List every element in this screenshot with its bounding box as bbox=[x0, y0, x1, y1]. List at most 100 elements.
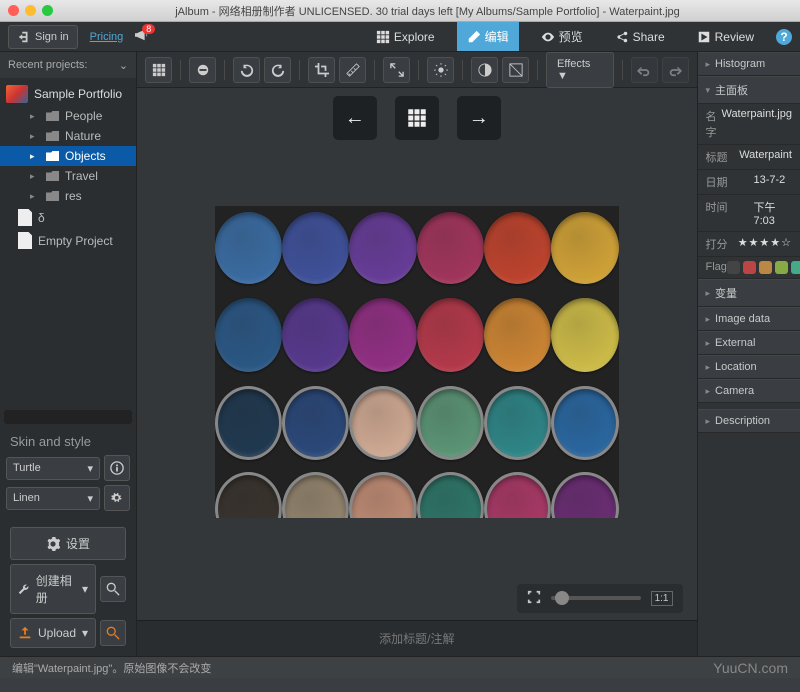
review-tab[interactable]: Review bbox=[687, 24, 764, 50]
prop-value[interactable]: Waterpaint bbox=[739, 149, 792, 165]
settings-label: 设置 bbox=[66, 535, 90, 552]
tree-item-objects[interactable]: ▸Objects bbox=[0, 146, 136, 166]
flag-colors[interactable] bbox=[727, 261, 800, 274]
image-preview[interactable] bbox=[215, 206, 619, 518]
sidebar: Recent projects: ⌄ Sample Portfolio ▸Peo… bbox=[0, 52, 137, 656]
grid-view-button[interactable] bbox=[145, 57, 172, 83]
section-variables[interactable]: ▸变量 bbox=[698, 279, 800, 307]
tree-item-res[interactable]: ▸res bbox=[0, 186, 136, 206]
pricing-link[interactable]: Pricing bbox=[90, 31, 124, 43]
undo-icon bbox=[637, 63, 651, 77]
folder-icon bbox=[46, 171, 59, 181]
redo-button[interactable] bbox=[662, 57, 689, 83]
adjust-button[interactable] bbox=[427, 57, 454, 83]
theme-select[interactable]: Linen▾ bbox=[6, 487, 100, 510]
flag-color[interactable] bbox=[775, 261, 788, 274]
skin-info-button[interactable] bbox=[104, 455, 130, 481]
create-album-button[interactable]: 创建相册▾ bbox=[10, 564, 96, 614]
tree-label: Empty Project bbox=[38, 234, 113, 248]
caption-input[interactable]: 添加标题/注解 bbox=[137, 620, 696, 656]
paint-pan bbox=[215, 472, 282, 518]
eye-icon bbox=[541, 30, 555, 44]
grid-icon bbox=[376, 30, 390, 44]
grid-return-button[interactable] bbox=[395, 96, 439, 140]
sidebar-scrollbar[interactable] bbox=[4, 410, 132, 424]
next-image-button[interactable]: → bbox=[457, 96, 501, 140]
upload-button[interactable]: Upload▾ bbox=[10, 618, 96, 648]
section-external[interactable]: ▸External bbox=[698, 331, 800, 355]
rating-stars[interactable]: ★★★★☆ bbox=[738, 236, 792, 252]
section-label: 主面板 bbox=[715, 82, 748, 98]
paint-pan bbox=[417, 212, 484, 284]
paint-pan bbox=[282, 472, 349, 518]
skin-select[interactable]: Turtle▾ bbox=[6, 457, 100, 480]
paint-pan bbox=[551, 298, 618, 372]
tree-item-loose-1[interactable]: δ bbox=[0, 206, 136, 229]
zoom-100-button[interactable]: 1:1 bbox=[651, 591, 673, 606]
review-label: Review bbox=[715, 30, 754, 44]
help-button[interactable]: ? bbox=[776, 29, 792, 45]
flag-color[interactable] bbox=[759, 261, 772, 274]
effects-dropdown[interactable]: Effects ▼ bbox=[546, 52, 614, 88]
section-histogram[interactable]: ▸Histogram bbox=[698, 52, 800, 76]
flag-color[interactable] bbox=[727, 261, 740, 274]
section-main-panel[interactable]: ▾主面板 bbox=[698, 76, 800, 104]
sign-in-button[interactable]: Sign in bbox=[8, 25, 78, 49]
chevron-down-icon: ▾ bbox=[82, 626, 88, 640]
tree-item-nature[interactable]: ▸Nature bbox=[0, 126, 136, 146]
undo-button[interactable] bbox=[631, 57, 658, 83]
paint-pan bbox=[215, 386, 282, 460]
tree-item-travel[interactable]: ▸Travel bbox=[0, 166, 136, 186]
tree-root[interactable]: Sample Portfolio bbox=[0, 82, 136, 106]
edit-tab[interactable]: 编辑 bbox=[457, 22, 519, 51]
chevron-down-icon: ⌄ bbox=[119, 59, 128, 72]
prop-value[interactable]: Waterpaint.jpg bbox=[721, 108, 792, 140]
zoom-fit-button[interactable] bbox=[527, 590, 541, 607]
paint-pan bbox=[349, 386, 416, 460]
tree-item-loose-2[interactable]: Empty Project bbox=[0, 229, 136, 252]
section-label: 变量 bbox=[715, 285, 737, 301]
prev-image-button[interactable]: ← bbox=[333, 96, 377, 140]
contrast-button[interactable] bbox=[471, 57, 498, 83]
editor-area: Effects ▼ ← → 1:1 添加 bbox=[137, 52, 696, 656]
share-tab[interactable]: Share bbox=[605, 24, 675, 50]
section-location[interactable]: ▸ Location bbox=[698, 355, 800, 379]
tree-item-people[interactable]: ▸People bbox=[0, 106, 136, 126]
levels-button[interactable] bbox=[502, 57, 529, 83]
paint-pan bbox=[484, 386, 551, 460]
grid-icon bbox=[152, 63, 166, 77]
expand-icon: ▸ bbox=[30, 151, 40, 162]
exclude-button[interactable] bbox=[189, 57, 216, 83]
prop-name: 名字Waterpaint.jpg bbox=[698, 104, 800, 145]
rotate-left-button[interactable] bbox=[233, 57, 260, 83]
expand-icon: ▸ bbox=[706, 362, 711, 373]
flag-color[interactable] bbox=[743, 261, 756, 274]
zoom-slider[interactable] bbox=[551, 596, 641, 600]
crop-button[interactable] bbox=[308, 57, 335, 83]
notifications-button[interactable]: 8 bbox=[135, 28, 149, 45]
flag-color[interactable] bbox=[791, 261, 800, 274]
zoom-window[interactable] bbox=[42, 5, 53, 16]
close-window[interactable] bbox=[8, 5, 19, 16]
search-upload-button[interactable] bbox=[100, 620, 126, 646]
prop-key: 日期 bbox=[706, 174, 754, 190]
explore-tab[interactable]: Explore bbox=[366, 24, 445, 50]
prop-value[interactable]: 下午7:03 bbox=[754, 199, 793, 227]
paint-pan bbox=[282, 212, 349, 284]
section-camera[interactable]: ▸Camera bbox=[698, 379, 800, 403]
minimize-window[interactable] bbox=[25, 5, 36, 16]
section-label: Location bbox=[715, 361, 757, 373]
recent-projects-header[interactable]: Recent projects: ⌄ bbox=[0, 52, 136, 78]
rotate-right-button[interactable] bbox=[264, 57, 291, 83]
preview-tab[interactable]: 预览 bbox=[531, 22, 593, 51]
settings-button[interactable]: 设置 bbox=[10, 527, 126, 560]
resize-button[interactable] bbox=[383, 57, 410, 83]
watermark: YuuCN.com bbox=[713, 660, 788, 676]
skin-section-label: Skin and style bbox=[0, 426, 136, 453]
straighten-button[interactable] bbox=[339, 57, 366, 83]
search-album-button[interactable] bbox=[100, 576, 126, 602]
prop-value[interactable]: 13-7-2 bbox=[754, 174, 793, 190]
section-image-data[interactable]: ▸Image data bbox=[698, 307, 800, 331]
theme-settings-button[interactable] bbox=[104, 485, 130, 511]
section-description[interactable]: ▸Description bbox=[698, 409, 800, 433]
